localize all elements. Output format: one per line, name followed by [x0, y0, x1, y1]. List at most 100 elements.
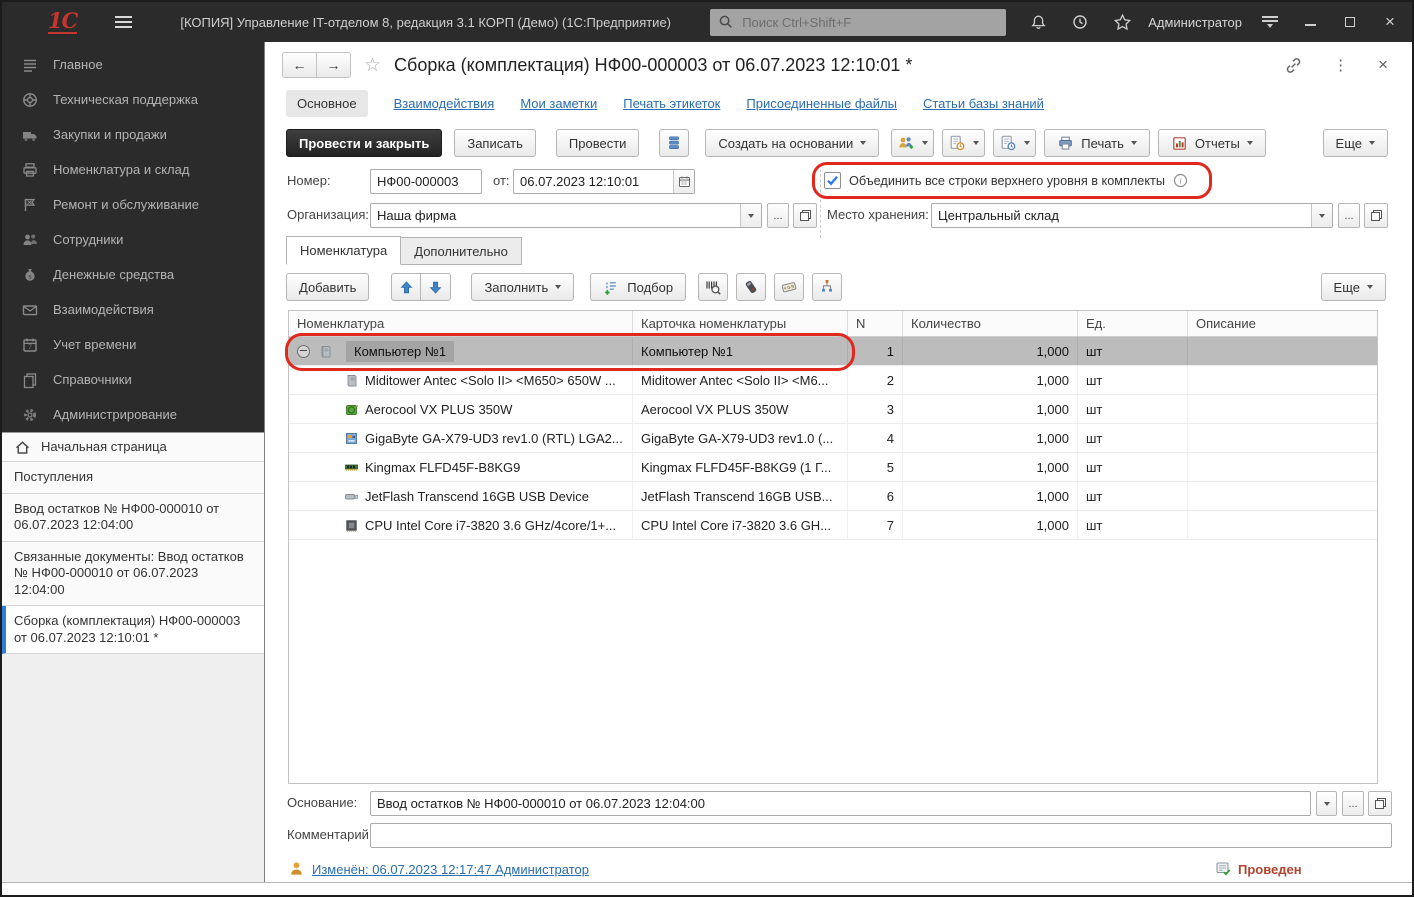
fill-button[interactable]: Заполнить — [471, 273, 574, 301]
storage-open-button[interactable] — [1364, 203, 1388, 228]
post-and-close-button[interactable]: Провести и закрыть — [286, 129, 442, 157]
sidebar-item-purchases[interactable]: Закупки и продажи — [2, 117, 264, 152]
table-row-gigabyte[interactable]: GigaByte GA-X79-UD3 rev1.0 (RTL) LGA2...… — [289, 424, 1377, 453]
minimize-button[interactable] — [1302, 14, 1318, 30]
favorites-star-icon[interactable] — [1112, 12, 1132, 32]
comment-field[interactable] — [370, 823, 1392, 848]
sidebar-item-administration[interactable]: Администрирование — [2, 397, 264, 432]
organization-open-button[interactable] — [793, 203, 817, 228]
hierarchy-button[interactable] — [812, 273, 842, 301]
maximize-button[interactable] — [1342, 14, 1358, 30]
related-documents-button[interactable] — [659, 129, 689, 157]
date-field[interactable] — [513, 169, 695, 194]
price-tag-button[interactable]: 0-9 — [774, 273, 804, 301]
table-row-cpu[interactable]: CPU Intel Core i7-3820 3.6 GHz/4core/1+.… — [289, 511, 1377, 540]
move-down-button[interactable] — [421, 273, 451, 301]
col-ed[interactable]: Ед. — [1078, 311, 1188, 336]
collapse-row-icon[interactable] — [297, 345, 310, 358]
tab-stati-bazy-znaniy[interactable]: Статьи базы знаний — [923, 96, 1044, 111]
panel-settings-icon[interactable] — [1262, 16, 1278, 28]
open-tab-vvod-ostatkov[interactable]: Ввод остатков № НФ00-000010 от 06.07.202… — [2, 494, 264, 542]
col-kolichestvo[interactable]: Количество — [903, 311, 1078, 336]
sidebar-item-tech-support[interactable]: Техническая поддержка — [2, 82, 264, 117]
table-row-aerocool[interactable]: Aerocool VX PLUS 350W Aerocool VX PLUS 3… — [289, 395, 1377, 424]
search-input[interactable] — [740, 14, 998, 31]
info-icon[interactable]: i — [1173, 173, 1188, 188]
sidebar-item-repair[interactable]: Ремонт и обслуживание — [2, 187, 264, 222]
create-based-on-button[interactable]: Создать на основании — [705, 129, 879, 157]
sidebar-item-time-tracking[interactable]: 7 Учет времени — [2, 327, 264, 362]
sidebar-item-interactions[interactable]: Взаимодействия — [2, 292, 264, 327]
sidebar-item-glavnoe[interactable]: Главное — [2, 47, 264, 82]
add-row-button[interactable]: Добавить — [286, 273, 369, 301]
modified-info-link[interactable]: Изменён: 06.07.2023 12:17:47 Администрат… — [312, 862, 589, 877]
table-row-jetflash[interactable]: JetFlash Transcend 16GB USB Device JetFl… — [289, 482, 1377, 511]
reports-button[interactable]: Отчеты — [1158, 129, 1266, 157]
sidebar-item-nomenclature[interactable]: Номенклатура и склад — [2, 152, 264, 187]
barcode-search-button[interactable] — [698, 273, 728, 301]
storage-label: Место хранения: — [827, 207, 929, 222]
merge-checkbox-label[interactable]: Объединить все строки верхнего уровня в … — [849, 174, 1165, 188]
more-button[interactable]: Еще — [1323, 129, 1388, 157]
col-opisanie[interactable]: Описание — [1188, 311, 1377, 336]
back-button[interactable]: ← — [282, 52, 317, 78]
notifications-bell-icon[interactable] — [1028, 12, 1048, 32]
main-menu-icon[interactable] — [115, 16, 132, 28]
forward-button[interactable]: → — [317, 52, 351, 78]
tab-prisoedinennye-fayly[interactable]: Присоединенные файлы — [746, 96, 897, 111]
current-user[interactable]: Администратор — [1148, 15, 1242, 30]
storage-input[interactable] — [931, 203, 1333, 228]
sidebar-item-employees[interactable]: Сотрудники — [2, 222, 264, 257]
organization-dropdown-button[interactable] — [740, 204, 761, 227]
organization-choose-button[interactable]: ... — [767, 203, 789, 228]
basis-open-button[interactable] — [1368, 791, 1392, 816]
table-row-kingmax[interactable]: Kingmax FLFD45F-B8KG9 Kingmax FLFD45F-B8… — [289, 453, 1377, 482]
open-tab-sborka-active[interactable]: Сборка (комплектация) НФ00-000003 от 06.… — [2, 606, 264, 654]
col-n[interactable]: N — [848, 311, 903, 336]
global-search[interactable] — [710, 9, 1006, 36]
table-more-button[interactable]: Еще — [1321, 273, 1386, 301]
storage-choose-button[interactable]: ... — [1338, 203, 1360, 228]
table-row-miditower[interactable]: Miditower Antec <Solo II> <M650> 650W ..… — [289, 366, 1377, 395]
merge-checkbox[interactable] — [824, 172, 841, 189]
close-document-icon[interactable]: × — [1378, 55, 1388, 75]
number-field[interactable] — [370, 169, 482, 194]
tab-nomenklatura[interactable]: Номенклатура — [286, 236, 401, 265]
create-interaction-button[interactable] — [891, 129, 934, 157]
sidebar-item-catalogs[interactable]: Справочники — [2, 362, 264, 397]
open-tab-svyazannye-dokumenty[interactable]: Связанные документы: Ввод остатков № НФ0… — [2, 542, 264, 607]
tab-dopolnitelno[interactable]: Дополнительно — [400, 237, 522, 265]
basis-dropdown-button[interactable] — [1316, 791, 1337, 816]
move-up-button[interactable] — [391, 273, 421, 301]
tab-vzaimodeystviya[interactable]: Взаимодействия — [394, 96, 495, 111]
storage-field[interactable] — [931, 203, 1333, 228]
table-row-computer[interactable]: Компьютер №1 Компьютер №1 1 1,000 шт — [289, 337, 1377, 366]
organization-input[interactable] — [370, 203, 762, 228]
tab-pechat-etiketok[interactable]: Печать этикеток — [623, 96, 720, 111]
save-button[interactable]: Записать — [454, 129, 536, 157]
more-commands-icon[interactable]: ⋮ — [1333, 56, 1348, 74]
col-kartochka[interactable]: Карточка номенклатуры — [633, 311, 848, 336]
pick-button[interactable]: Подбор — [590, 273, 686, 301]
close-window-button[interactable]: × — [1382, 14, 1398, 30]
organization-field[interactable] — [370, 203, 762, 228]
open-tab-postupleniya[interactable]: Поступления — [2, 462, 264, 494]
date-input[interactable] — [513, 169, 695, 194]
create-event-button[interactable] — [942, 129, 985, 157]
home-page-tab[interactable]: Начальная страница — [2, 432, 264, 462]
basis-field[interactable] — [370, 791, 1311, 816]
calendar-picker-button[interactable] — [673, 170, 694, 193]
tab-moi-zametki[interactable]: Мои заметки — [520, 96, 597, 111]
col-nomenklatura[interactable]: Номенклатура — [289, 311, 633, 336]
get-link-icon[interactable] — [1284, 56, 1303, 75]
create-planner-event-button[interactable] — [993, 129, 1036, 157]
sidebar-item-money[interactable]: s Денежные средства — [2, 257, 264, 292]
print-button[interactable]: Печать — [1044, 129, 1150, 157]
storage-dropdown-button[interactable] — [1311, 204, 1332, 227]
post-button[interactable]: Провести — [556, 129, 640, 157]
favorite-star-icon[interactable]: ☆ — [364, 54, 381, 77]
tab-osnovnoe[interactable]: Основное — [286, 90, 368, 117]
basis-choose-button[interactable]: ... — [1342, 791, 1364, 816]
history-icon[interactable] — [1070, 12, 1090, 32]
scanner-button[interactable] — [736, 273, 766, 301]
